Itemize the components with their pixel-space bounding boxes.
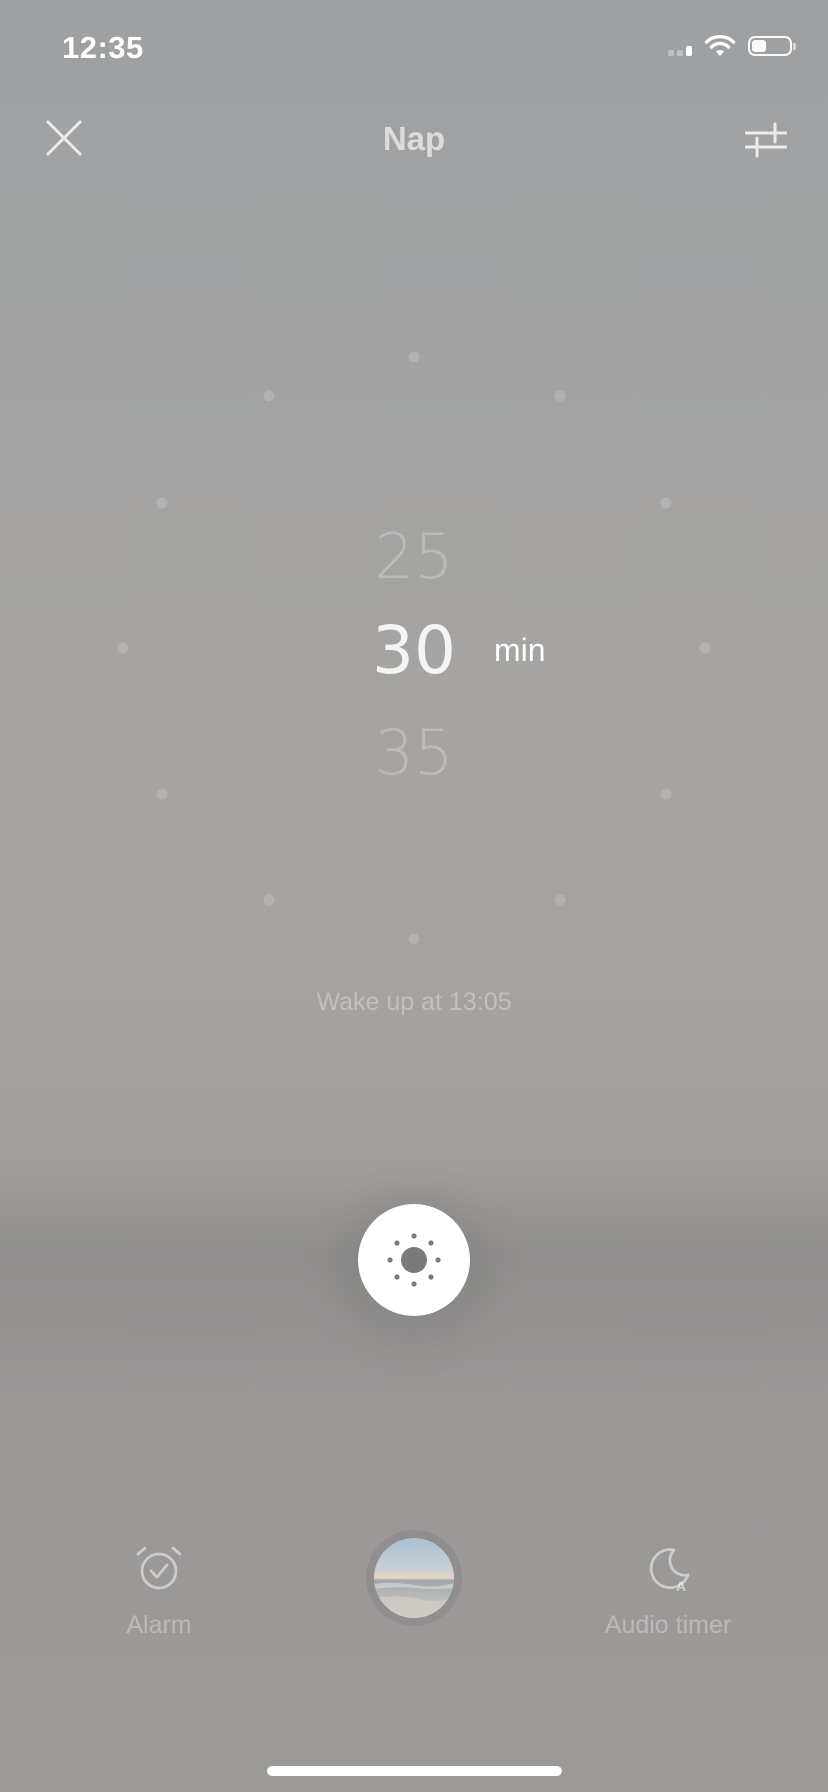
scene-button[interactable]: [366, 1530, 462, 1626]
picker-next-value[interactable]: 35: [0, 716, 828, 789]
nap-screen: 12:35 Nap 25 30 35 min Wake up at 13:05 …: [0, 0, 828, 1792]
dial-dot: [554, 894, 565, 906]
alarm-clock-icon: [136, 1546, 182, 1590]
home-indicator[interactable]: [267, 1766, 562, 1776]
sun-icon: [387, 1233, 441, 1287]
dial-dot: [263, 894, 274, 906]
battery-fill: [752, 40, 766, 52]
picker-unit: min: [494, 632, 546, 668]
signal-icon: [668, 36, 692, 56]
picker-current-value[interactable]: 30: [0, 612, 828, 689]
wifi-icon: [704, 34, 736, 56]
picker-previous-value[interactable]: 25: [0, 520, 828, 593]
dial-dot: [408, 351, 420, 363]
sliders-icon: [745, 122, 787, 158]
dial-dot: [408, 933, 420, 945]
wake-up-time: Wake up at 13:05: [316, 988, 512, 1016]
dial-dot: [263, 390, 274, 402]
svg-text:A: A: [676, 1578, 686, 1593]
dial-dot: [554, 390, 565, 402]
duration-picker[interactable]: 25 30 35: [0, 500, 828, 800]
audio-timer-button[interactable]: A Audio timer: [558, 1545, 778, 1640]
beach-scene-thumbnail: [374, 1538, 454, 1618]
moon-auto-icon: A: [649, 1548, 690, 1593]
battery-icon: [748, 36, 796, 56]
start-button[interactable]: [358, 1204, 470, 1316]
audio-timer-label: Audio timer: [604, 1611, 732, 1639]
settings-button[interactable]: [740, 116, 792, 164]
alarm-button[interactable]: Alarm: [49, 1545, 269, 1640]
status-icons: [668, 34, 796, 58]
status-time: 12:35: [62, 30, 144, 65]
page-title: Nap: [382, 120, 446, 157]
alarm-label: Alarm: [126, 1611, 192, 1639]
